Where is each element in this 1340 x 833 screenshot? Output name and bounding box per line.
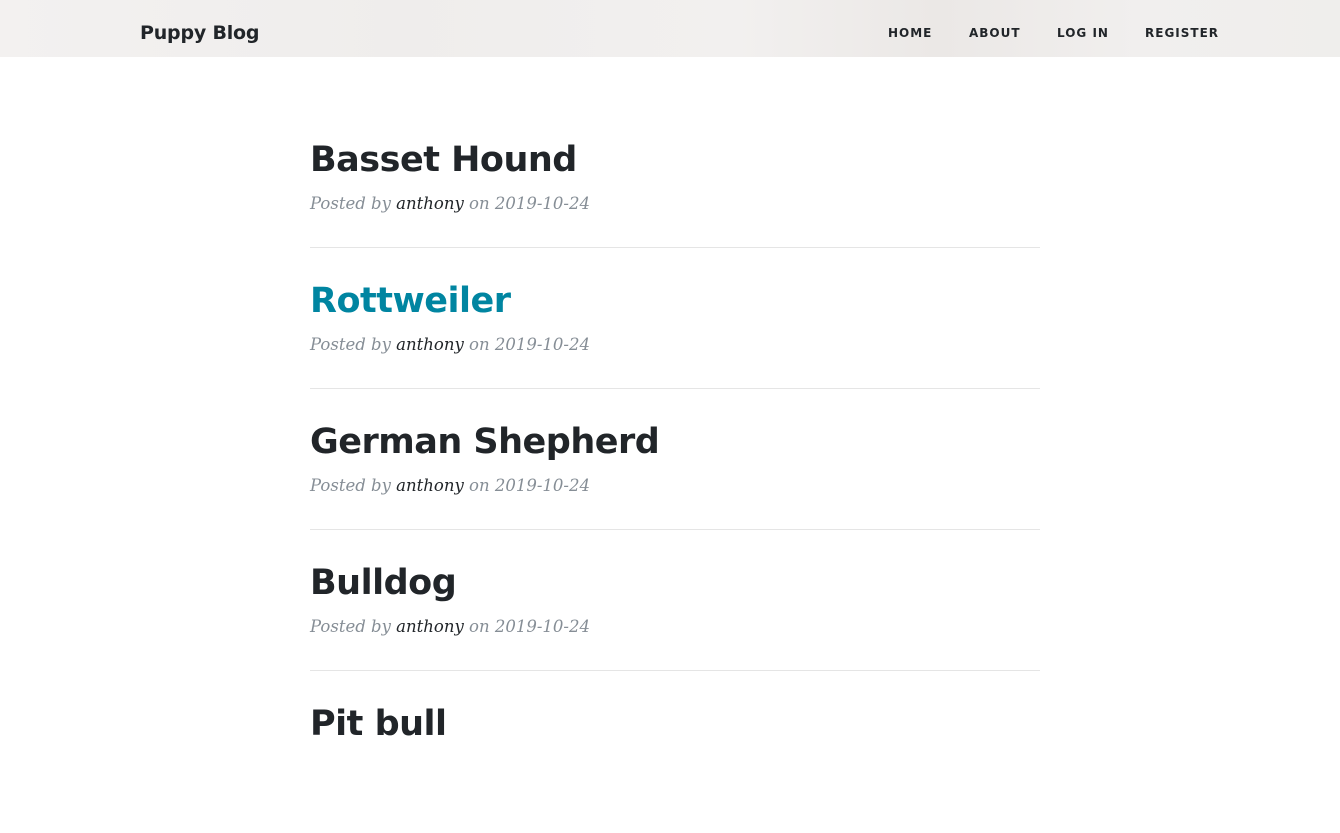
on-label: on — [469, 617, 490, 636]
post-title-link[interactable]: Basset Hound — [310, 136, 577, 184]
author-link[interactable]: anthony — [396, 476, 464, 495]
post-divider — [310, 388, 1040, 389]
posted-by-label: Posted by — [310, 476, 391, 495]
post-meta: Posted by anthony on 2019-10-24 — [310, 615, 590, 639]
post-list: Basset Hound Posted by anthony on 2019-1… — [310, 128, 1040, 833]
post-date: 2019-10-24 — [494, 617, 590, 636]
post-meta: Posted by anthony on 2019-10-24 — [310, 333, 590, 357]
author-link[interactable]: anthony — [396, 335, 464, 354]
post-title-link[interactable]: Rottweiler — [310, 277, 511, 325]
post-preview: Rottweiler Posted by anthony on 2019-10-… — [310, 269, 1040, 410]
nav-register-link[interactable]: REGISTER — [1145, 25, 1219, 41]
author-link[interactable]: anthony — [396, 194, 464, 213]
nav-links: HOME ABOUT LOG IN REGISTER — [0, 25, 1340, 41]
post-preview: Pit bull — [310, 692, 1040, 833]
post-title-link[interactable]: Pit bull — [310, 700, 447, 748]
nav-home-link[interactable]: HOME — [888, 25, 932, 41]
post-preview: Bulldog Posted by anthony on 2019-10-24 — [310, 551, 1040, 692]
main-navbar: Puppy Blog HOME ABOUT LOG IN REGISTER — [0, 0, 1340, 57]
post-meta: Posted by anthony on 2019-10-24 — [310, 192, 590, 216]
post-preview: German Shepherd Posted by anthony on 201… — [310, 410, 1040, 551]
on-label: on — [469, 335, 490, 354]
author-link[interactable]: anthony — [396, 617, 464, 636]
posted-by-label: Posted by — [310, 617, 391, 636]
nav-login-link[interactable]: LOG IN — [1057, 25, 1109, 41]
post-title-link[interactable]: Bulldog — [310, 559, 457, 607]
nav-about-link[interactable]: ABOUT — [969, 25, 1021, 41]
post-title-link[interactable]: German Shepherd — [310, 418, 660, 466]
post-divider — [310, 247, 1040, 248]
post-date: 2019-10-24 — [494, 335, 590, 354]
post-divider — [310, 529, 1040, 530]
posted-by-label: Posted by — [310, 194, 391, 213]
posted-by-label: Posted by — [310, 335, 391, 354]
post-meta: Posted by anthony on 2019-10-24 — [310, 474, 590, 498]
post-date: 2019-10-24 — [494, 194, 590, 213]
on-label: on — [469, 194, 490, 213]
on-label: on — [469, 476, 490, 495]
post-date: 2019-10-24 — [494, 476, 590, 495]
post-divider — [310, 670, 1040, 671]
post-preview: Basset Hound Posted by anthony on 2019-1… — [310, 128, 1040, 269]
